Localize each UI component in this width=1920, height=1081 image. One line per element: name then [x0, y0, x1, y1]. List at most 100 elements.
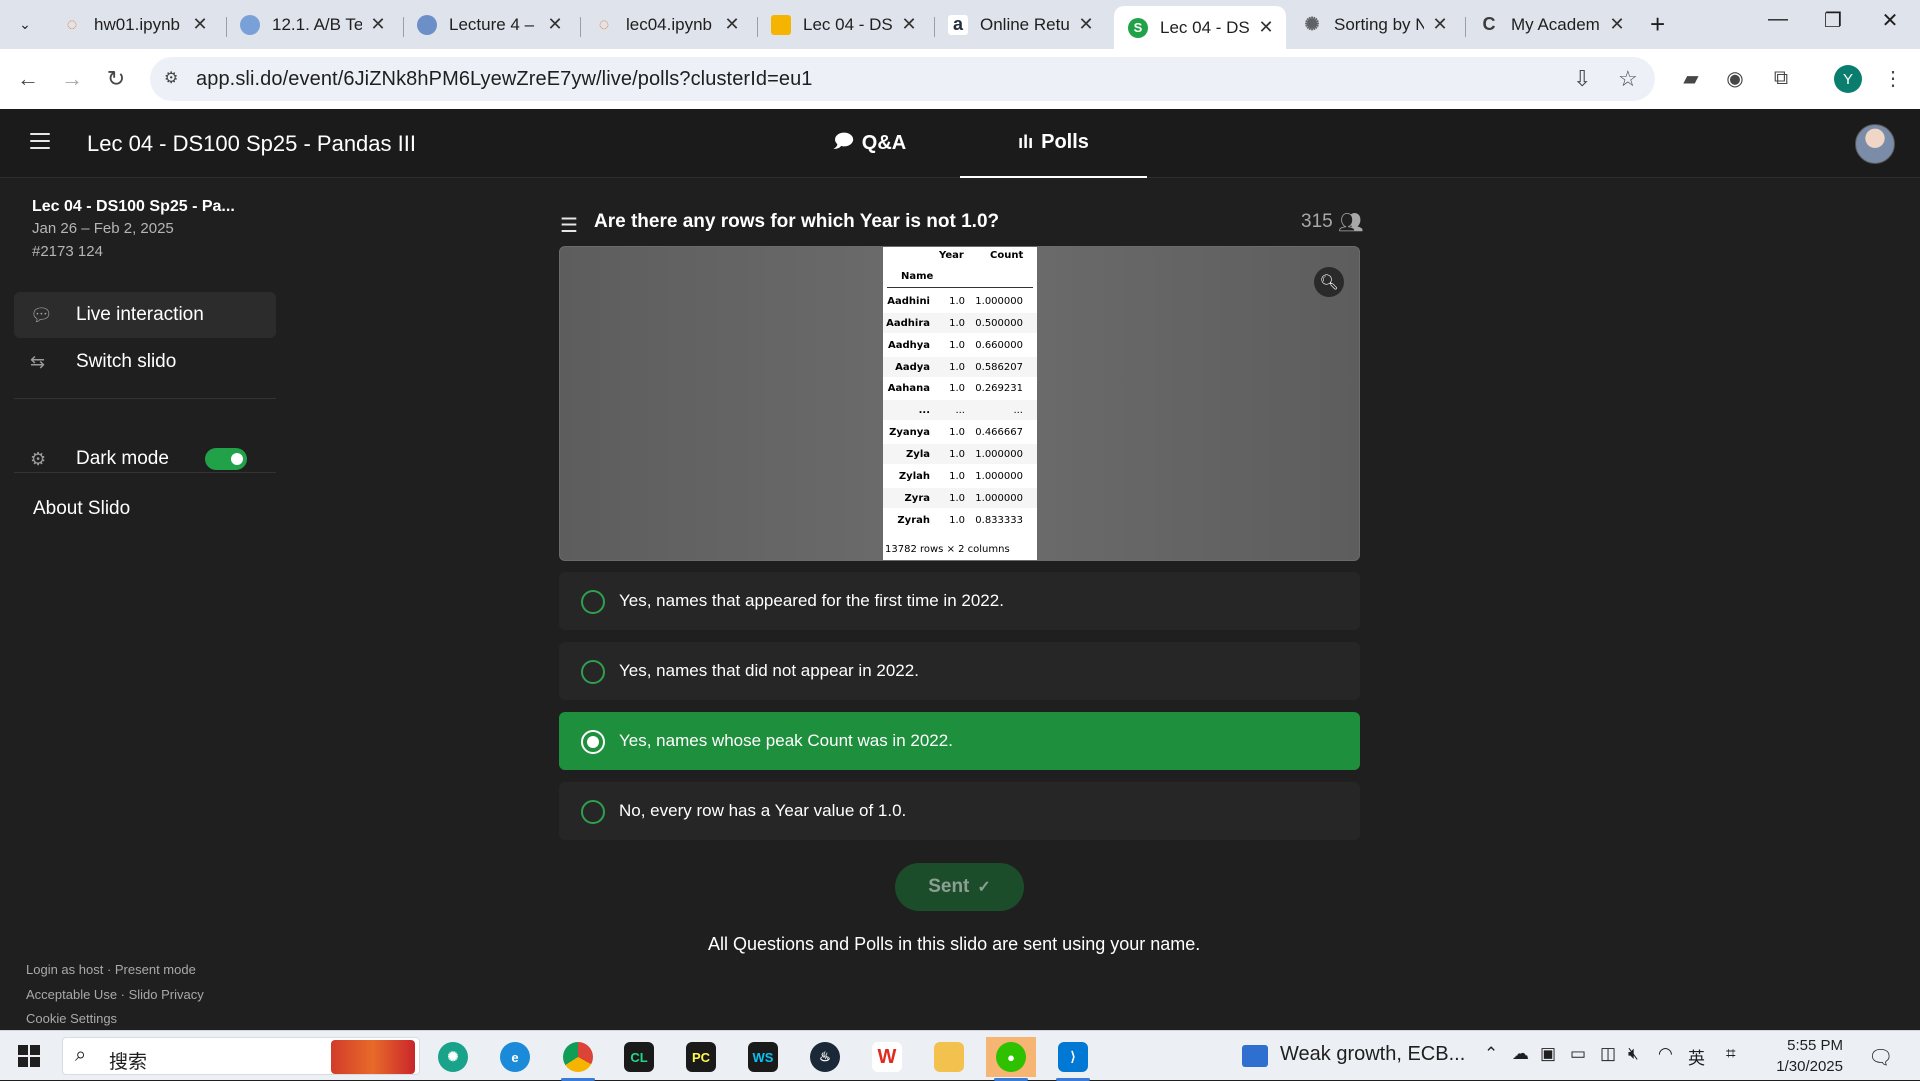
- cell-name: Aadhya: [887, 340, 930, 351]
- cell-year: 1.0: [949, 515, 965, 526]
- back-icon[interactable]: ←: [12, 63, 44, 95]
- poll-option[interactable]: Yes, names that did not appear in 2022.: [559, 642, 1360, 700]
- url-text[interactable]: app.sli.do/event/6JiZNk8hPM6LyewZreE7yw/…: [196, 68, 813, 91]
- radio-button-checked[interactable]: [581, 730, 605, 754]
- tab-qa[interactable]: 🗩 Q&A: [810, 109, 930, 178]
- new-tab-button[interactable]: +: [1650, 9, 1665, 39]
- browser-tab[interactable]: Lecture 4 – I ✕: [403, 6, 575, 43]
- tray-app-icon[interactable]: ▣: [1540, 1044, 1556, 1064]
- cell-count: 1.000000: [975, 449, 1023, 460]
- profile-avatar[interactable]: Y: [1834, 65, 1862, 93]
- zoom-magnifier-icon[interactable]: 🔍︎: [1314, 267, 1344, 297]
- taskbar-app-explorer[interactable]: [924, 1037, 974, 1077]
- browser-tab[interactable]: ◌ hw01.ipynb ✕: [48, 6, 220, 43]
- browser-tab[interactable]: 12.1. A/B Te ✕: [226, 6, 398, 43]
- sidebar-item-switch-slido[interactable]: ⇆ Switch slido: [14, 339, 276, 385]
- speaker-muted-icon[interactable]: 🔇︎: [1628, 1044, 1639, 1064]
- browser-menu-icon[interactable]: ⋮: [1878, 63, 1908, 93]
- tab-search-button[interactable]: ⌄: [10, 9, 40, 39]
- battery-icon[interactable]: ▭: [1570, 1044, 1586, 1064]
- chrome-icon: [563, 1042, 593, 1072]
- radio-button[interactable]: [581, 660, 605, 684]
- news-widget-icon: [1242, 1045, 1268, 1067]
- taskbar-app-steam[interactable]: ♨: [800, 1037, 850, 1077]
- table-row: Aadhya 1.0 0.660000: [883, 335, 1037, 355]
- tray-overflow-icon[interactable]: ⌃: [1484, 1044, 1498, 1064]
- sent-button[interactable]: Sent ✓: [895, 863, 1024, 911]
- poll-image[interactable]: Year Count Name Aadhini 1.0 1.000000 Aad…: [559, 246, 1360, 561]
- notification-icon[interactable]: 🗨︎: [1868, 1045, 1893, 1070]
- footer-policy-links[interactable]: Acceptable Use · Slido Privacy: [26, 987, 204, 1002]
- hamburger-menu-icon[interactable]: [30, 133, 50, 151]
- taskbar-app-chrome[interactable]: [553, 1037, 603, 1081]
- cell-year: 1.0: [949, 362, 965, 373]
- ime-keyboard-icon[interactable]: ⌗: [1726, 1044, 1736, 1064]
- poll-option[interactable]: Yes, names that appeared for the first t…: [559, 572, 1360, 630]
- about-slido-link[interactable]: About Slido: [33, 498, 130, 520]
- cell-count: 1.000000: [975, 493, 1023, 504]
- close-tab-icon[interactable]: ✕: [368, 14, 388, 35]
- tab-title: Online Retur: [980, 14, 1070, 34]
- windows-start-icon[interactable]: [18, 1045, 40, 1067]
- site-info-icon[interactable]: ⚙: [164, 68, 186, 90]
- taskbar-app-clion[interactable]: CL: [614, 1037, 664, 1077]
- sidebar-item-live-interaction[interactable]: 💬︎ Live interaction: [14, 292, 276, 338]
- list-icon: ☰: [560, 215, 578, 237]
- close-tab-icon[interactable]: ✕: [722, 14, 742, 35]
- us-flag-icon[interactable]: ◉: [1720, 63, 1750, 93]
- footer-cookie-settings[interactable]: Cookie Settings: [26, 1011, 117, 1026]
- ime-mode[interactable]: 英: [1688, 1044, 1705, 1069]
- taskbar-app-webstorm[interactable]: WS: [738, 1037, 788, 1077]
- taskbar-app-edge[interactable]: e: [490, 1037, 540, 1077]
- tab-polls[interactable]: ılı Polls: [960, 109, 1147, 178]
- extensions-puzzle-icon[interactable]: ⧉: [1766, 63, 1796, 93]
- onedrive-icon[interactable]: ☁: [1512, 1044, 1529, 1064]
- close-tab-icon[interactable]: ✕: [1430, 14, 1450, 35]
- close-tab-icon[interactable]: ✕: [190, 14, 210, 35]
- cell-year: ...: [955, 405, 965, 416]
- taskbar-search[interactable]: ⌕ 搜索: [62, 1037, 420, 1075]
- radio-button[interactable]: [581, 590, 605, 614]
- wifi-icon[interactable]: ◠: [1658, 1044, 1673, 1064]
- edge-icon: e: [500, 1042, 530, 1072]
- taskbar-app-wps[interactable]: W: [862, 1037, 912, 1077]
- poll-option-selected[interactable]: Yes, names whose peak Count was in 2022.: [559, 712, 1360, 770]
- reload-icon[interactable]: ↻: [100, 63, 132, 95]
- close-tab-icon[interactable]: ✕: [1256, 17, 1276, 38]
- tab-title: Sorting by N: [1334, 14, 1424, 34]
- close-tab-icon[interactable]: ✕: [1607, 14, 1627, 35]
- radio-button[interactable]: [581, 800, 605, 824]
- footer-host-links[interactable]: Login as host · Present mode: [26, 962, 196, 977]
- switch-arrows-icon: ⇆: [30, 351, 46, 372]
- dark-mode-toggle[interactable]: [205, 448, 247, 470]
- forward-icon[interactable]: →: [56, 63, 88, 95]
- close-tab-icon[interactable]: ✕: [1076, 14, 1096, 35]
- browser-tab[interactable]: ◌ lec04.ipynb ✕: [580, 6, 752, 43]
- restore-icon[interactable]: ❐: [1813, 8, 1853, 33]
- close-window-icon[interactable]: ✕: [1870, 8, 1910, 33]
- browser-tab[interactable]: a Online Retur ✕: [934, 6, 1106, 43]
- browser-tab-active[interactable]: S Lec 04 - DS1 ✕: [1114, 6, 1286, 49]
- taskbar-app-pycharm[interactable]: PC: [676, 1037, 726, 1077]
- close-tab-icon[interactable]: ✕: [899, 14, 919, 35]
- browser-tab[interactable]: C My Academ ✕: [1465, 6, 1637, 43]
- close-tab-icon[interactable]: ✕: [545, 14, 565, 35]
- news-widget[interactable]: Weak growth, ECB...: [1280, 1043, 1465, 1066]
- poll-option[interactable]: No, every row has a Year value of 1.0.: [559, 782, 1360, 840]
- extension-icon[interactable]: ▰: [1676, 63, 1706, 93]
- address-bar[interactable]: ⚙ app.sli.do/event/6JiZNk8hPM6LyewZreE7y…: [150, 57, 1655, 101]
- install-app-icon[interactable]: ⇩: [1573, 66, 1591, 92]
- bookmark-star-icon[interactable]: ☆: [1618, 66, 1638, 92]
- taskbar-app-wechat[interactable]: ●: [986, 1037, 1036, 1081]
- taskbar-app-vscode[interactable]: ⟩: [1048, 1037, 1098, 1081]
- system-clock[interactable]: 5:55 PM 1/30/2025: [1773, 1035, 1843, 1077]
- table-rule: [887, 287, 1033, 288]
- minimize-icon[interactable]: —: [1758, 8, 1798, 31]
- browser-tab[interactable]: Lec 04 - DS1 ✕: [757, 6, 929, 43]
- meet-icon[interactable]: ◫: [1600, 1044, 1616, 1064]
- table-row: Zyra 1.0 1.000000: [883, 488, 1037, 508]
- folder-icon: [934, 1042, 964, 1072]
- user-avatar[interactable]: [1855, 124, 1895, 164]
- taskbar-app-chatgpt[interactable]: ✺: [428, 1037, 478, 1077]
- browser-tab[interactable]: ✺ Sorting by N ✕: [1288, 6, 1460, 43]
